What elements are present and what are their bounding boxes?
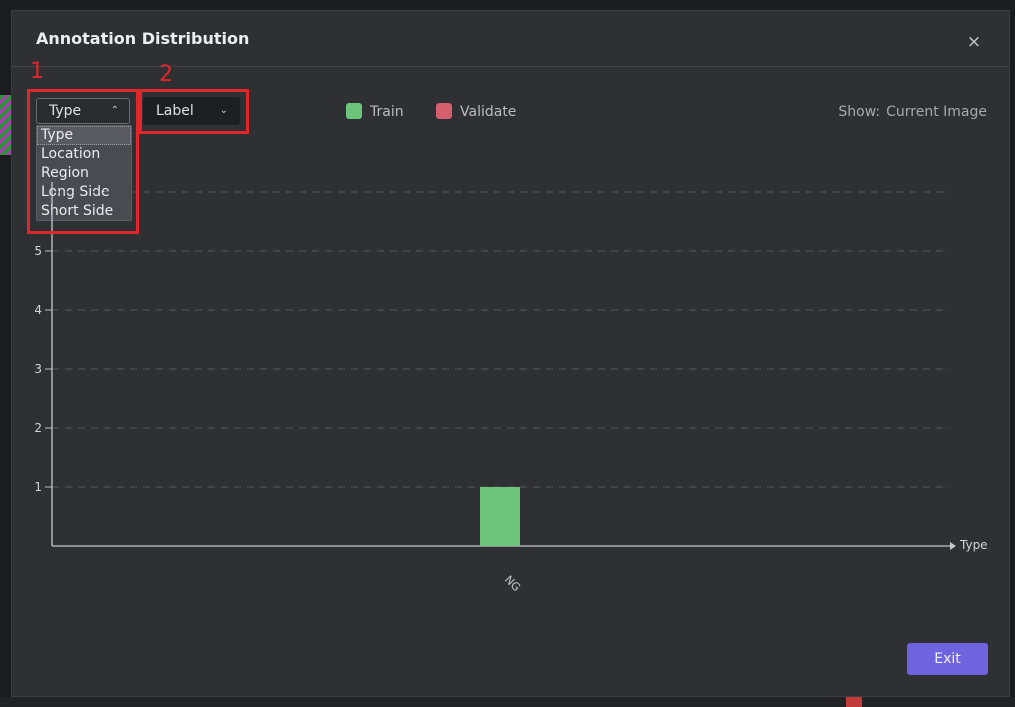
- y-tick-label: 2: [34, 421, 42, 435]
- annotation-box-1: [27, 89, 139, 234]
- x-axis-arrow: [950, 542, 956, 550]
- y-tick-label: 5: [34, 244, 42, 258]
- x-tick-label: NG: [502, 573, 523, 594]
- annotation-number-2: 2: [159, 62, 173, 87]
- bar-train: [480, 487, 520, 546]
- annotation-number-1: 1: [30, 59, 44, 84]
- y-tick-label: 1: [34, 480, 42, 494]
- y-tick-label: 4: [34, 303, 42, 317]
- x-axis-label: Type: [959, 538, 988, 552]
- y-tick-label: 3: [34, 362, 42, 376]
- annotation-box-2: [139, 89, 249, 134]
